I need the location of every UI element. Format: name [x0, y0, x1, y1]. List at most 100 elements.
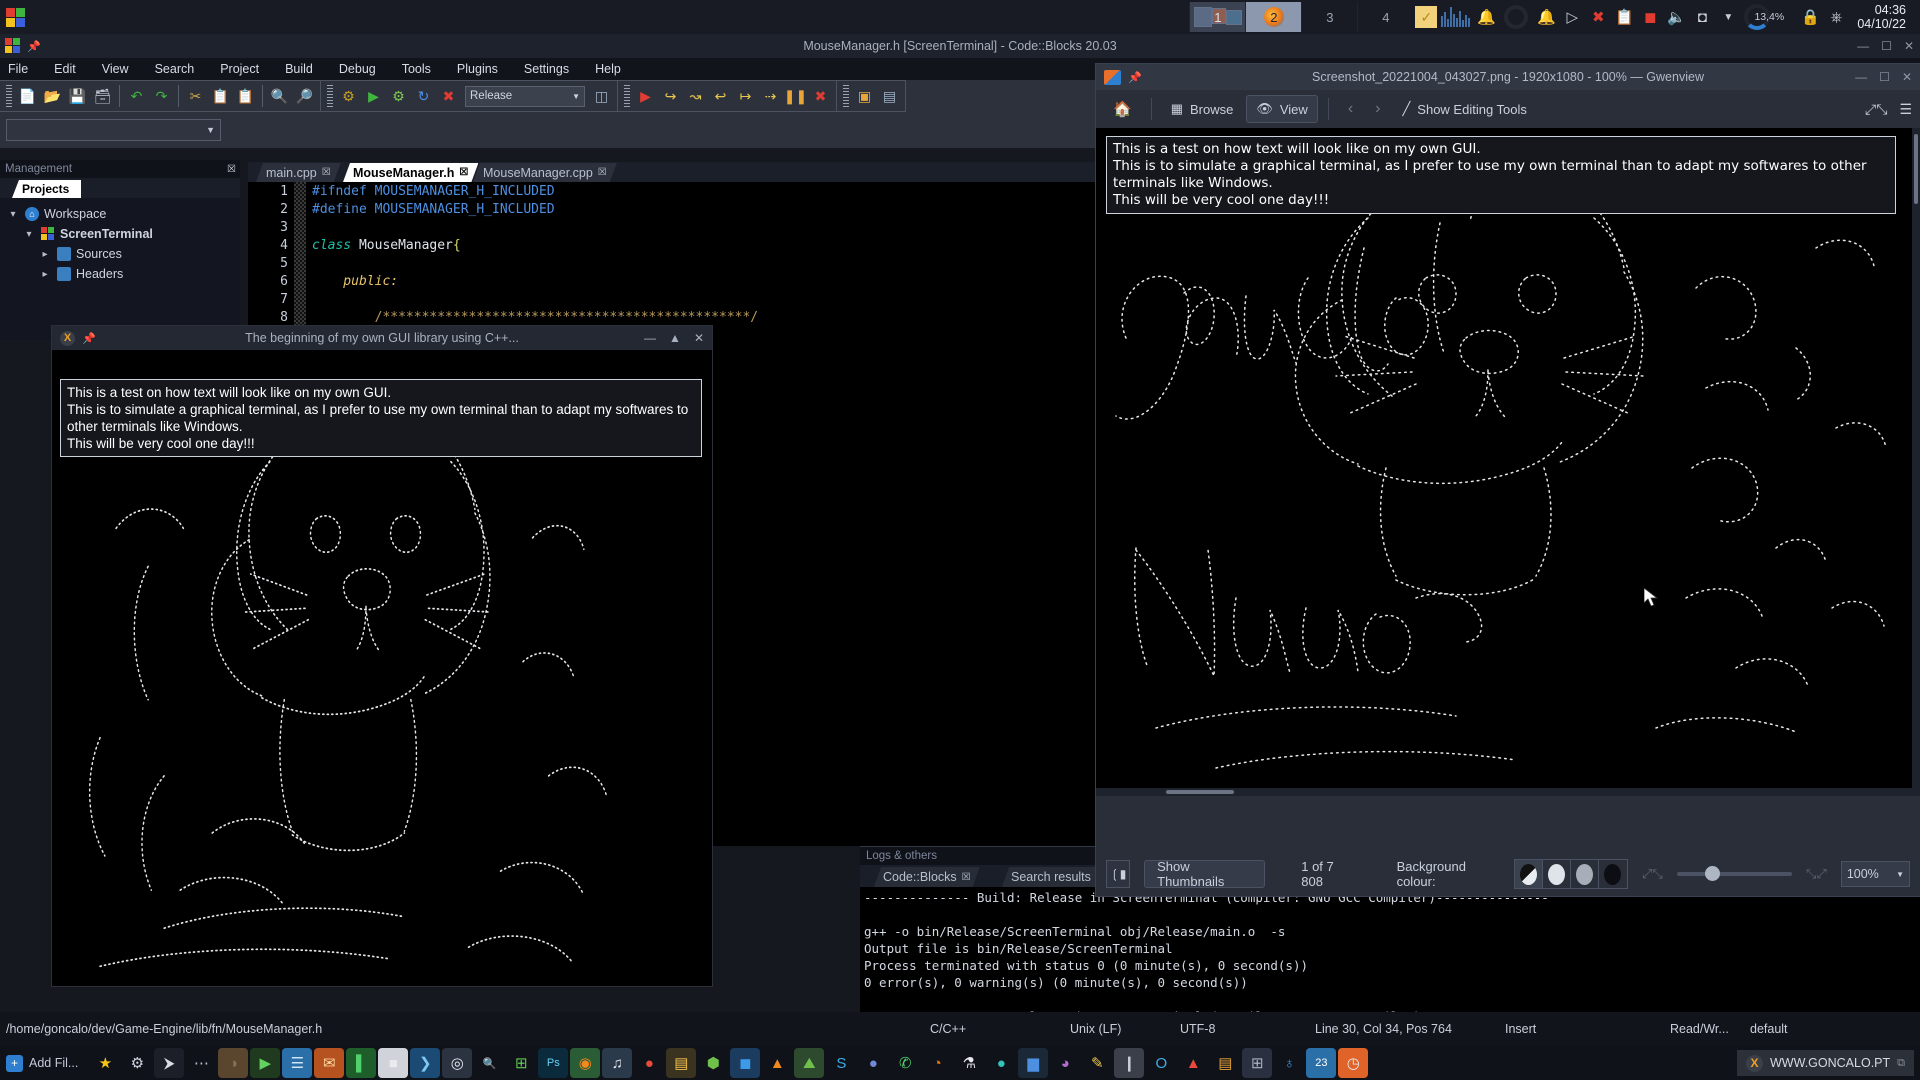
mail-icon[interactable]: ✉: [314, 1048, 344, 1078]
pencil-app-icon[interactable]: ✎: [1082, 1048, 1112, 1078]
clock[interactable]: 04:36 04/10/22: [1849, 3, 1914, 31]
globe-icon[interactable]: ♁: [1274, 1048, 1304, 1078]
hamburger-menu-icon[interactable]: ☰: [1899, 101, 1912, 118]
close-icon[interactable]: ✕: [694, 331, 704, 345]
vlc-icon[interactable]: ▲: [762, 1048, 792, 1078]
run-icon[interactable]: ▶: [361, 83, 386, 109]
app-launcher-icon[interactable]: [4, 4, 30, 30]
restore-icon[interactable]: ⧉: [1897, 1057, 1905, 1070]
tree-node-headers[interactable]: ▸ Headers: [0, 264, 240, 284]
zoom-slider[interactable]: [1677, 872, 1792, 876]
tree-node-screenterminal[interactable]: ▾ ScreenTerminal: [0, 224, 240, 244]
debug-next-instr-icon[interactable]: ⇢: [758, 83, 783, 109]
menu-edit[interactable]: Edit: [54, 62, 76, 76]
calculator-icon[interactable]: ⊞: [1242, 1048, 1272, 1078]
minimize-icon[interactable]: —: [644, 331, 656, 345]
maximize-icon[interactable]: ☐: [1879, 70, 1890, 84]
notifications-icon[interactable]: 🔔: [1473, 0, 1499, 34]
toolbar-grip[interactable]: [327, 85, 333, 107]
windows-icon[interactable]: ⊞: [506, 1048, 536, 1078]
minimize-icon[interactable]: —: [1857, 39, 1869, 53]
menu-search[interactable]: Search: [155, 62, 195, 76]
build-log-output[interactable]: -------------- Build: Release in ScreenT…: [860, 887, 1920, 1012]
clipboard-icon[interactable]: 📋: [1611, 0, 1637, 34]
menu-build[interactable]: Build: [285, 62, 313, 76]
pdf-reader-icon[interactable]: ▲: [1178, 1048, 1208, 1078]
build-and-run-icon[interactable]: ⚙: [386, 83, 411, 109]
close-icon[interactable]: ☒: [962, 872, 971, 883]
power-icon[interactable]: ⎈: [1823, 0, 1849, 34]
blender-icon[interactable]: ◉: [570, 1048, 600, 1078]
zoom-slider-handle[interactable]: [1705, 866, 1720, 881]
settings-gear-icon[interactable]: ⚙: [122, 1048, 152, 1078]
view-button[interactable]: 👁 View: [1246, 95, 1317, 123]
bug-icon[interactable]: ✖: [1585, 0, 1611, 34]
menu-view[interactable]: View: [102, 62, 129, 76]
krita-icon[interactable]: ◕: [1050, 1048, 1080, 1078]
tree-node-workspace[interactable]: ▾ ⌂ Workspace: [0, 204, 240, 224]
abort-icon[interactable]: ✖: [436, 83, 461, 109]
presentation-icon[interactable]: ■: [378, 1048, 408, 1078]
maximize-icon[interactable]: ☐: [1881, 39, 1892, 53]
tab-mousemanager-h[interactable]: MouseManager.h ☒: [343, 163, 478, 182]
previous-button[interactable]: ‹: [1339, 95, 1362, 123]
gwenview-image-canvas[interactable]: This is a test on how text will look lik…: [1096, 128, 1920, 796]
spreadsheet-icon[interactable]: ▌: [346, 1048, 376, 1078]
desktop-4[interactable]: 4: [1357, 2, 1413, 32]
close-icon[interactable]: ✕: [1904, 39, 1914, 53]
debug-next-icon[interactable]: ↦: [733, 83, 758, 109]
swatch-grey[interactable]: [1571, 860, 1599, 888]
save-icon[interactable]: 💾: [65, 83, 90, 109]
build-icon[interactable]: ⚙: [336, 83, 361, 109]
notes-icon[interactable]: ✓: [1413, 0, 1439, 34]
close-icon[interactable]: ☒: [598, 167, 607, 178]
toolbar-grip[interactable]: [624, 85, 630, 107]
toolbar-grip[interactable]: [843, 85, 849, 107]
codeblocks-titlebar[interactable]: 📌 MouseManager.h [ScreenTerminal] - Code…: [0, 34, 1920, 58]
media-player-icon[interactable]: ▶: [250, 1048, 280, 1078]
pin-icon[interactable]: 📌: [82, 332, 96, 345]
menu-help[interactable]: Help: [595, 62, 621, 76]
pin-icon[interactable]: 📌: [1128, 71, 1142, 84]
media-play-icon[interactable]: ▷: [1559, 0, 1585, 34]
fullscreen-icon[interactable]: ⤢⤡: [1865, 101, 1887, 118]
show-hidden-icon[interactable]: ▼: [1715, 0, 1741, 34]
chrome-icon[interactable]: ●: [634, 1048, 664, 1078]
horizontal-scrollbar[interactable]: [1096, 788, 1920, 796]
analytics-icon[interactable]: ▆: [1018, 1048, 1048, 1078]
alarm-icon[interactable]: 🔔: [1533, 0, 1559, 34]
sound-icon[interactable]: ♫: [602, 1048, 632, 1078]
sidebar-toggle-button[interactable]: ❲▮: [1106, 860, 1130, 888]
photoshop-icon[interactable]: Ps: [538, 1048, 568, 1078]
calendar-icon[interactable]: 23: [1306, 1048, 1336, 1078]
gwenview-titlebar[interactable]: 📌 Screenshot_20221004_043027.png - 1920x…: [1096, 64, 1920, 90]
build-target-extra-icon[interactable]: ◫: [589, 83, 614, 109]
browse-button[interactable]: ▦ Browse: [1162, 96, 1243, 122]
circle-progress-icon[interactable]: [1499, 0, 1533, 34]
tab-main-cpp[interactable]: main.cpp ☒: [256, 163, 341, 182]
zoom-fit-icon[interactable]: ⤢⤡: [1642, 866, 1663, 882]
paste-icon[interactable]: 📋: [233, 83, 258, 109]
gwenview-task-icon[interactable]: ◷: [1338, 1048, 1368, 1078]
menu-project[interactable]: Project: [220, 62, 259, 76]
home-button[interactable]: 🏠: [1104, 95, 1141, 123]
swatch-dark[interactable]: [1599, 860, 1627, 888]
audio-mixer-icon[interactable]: [1439, 0, 1473, 34]
favorites-star-icon[interactable]: ★: [90, 1048, 120, 1078]
show-editing-tools-button[interactable]: ╱ Show Editing Tools: [1393, 96, 1535, 122]
firefox-icon[interactable]: ◔: [922, 1048, 952, 1078]
replace-icon[interactable]: 🔎: [292, 83, 317, 109]
volume-icon[interactable]: 🔈: [1663, 0, 1689, 34]
debug-run-icon[interactable]: ▶: [633, 83, 658, 109]
battery-red-icon[interactable]: ◼: [1637, 0, 1663, 34]
lock-icon[interactable]: 🔒: [1797, 0, 1823, 34]
pin-icon[interactable]: 📌: [27, 40, 41, 53]
build-target-select[interactable]: Release ▼: [465, 86, 585, 107]
discord-icon[interactable]: ●: [858, 1048, 888, 1078]
debug-windows-icon[interactable]: ▣: [852, 83, 877, 109]
camera-icon[interactable]: ◎: [442, 1048, 472, 1078]
tab-codeblocks-log[interactable]: Code::Blocks ☒: [874, 867, 980, 887]
tab-mousemanager-cpp[interactable]: MouseManager.cpp ☒: [473, 163, 617, 182]
menu-settings[interactable]: Settings: [524, 62, 569, 76]
tree-node-sources[interactable]: ▸ Sources: [0, 244, 240, 264]
